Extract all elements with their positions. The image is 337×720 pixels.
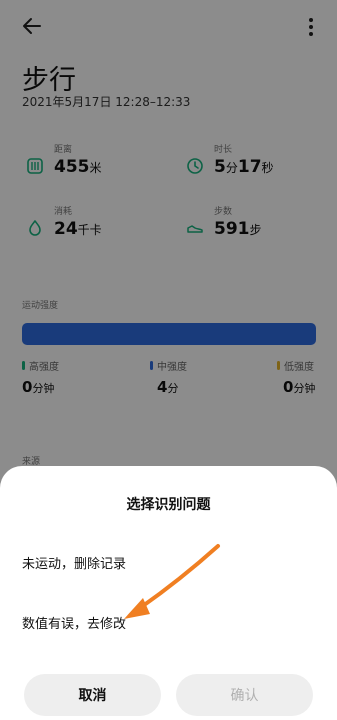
option-delete-record[interactable]: 未运动，删除记录	[22, 553, 126, 572]
cancel-button[interactable]: 取消	[24, 674, 161, 716]
option-edit-values[interactable]: 数值有误，去修改	[22, 613, 126, 632]
issue-selection-sheet: 选择识别问题 未运动，删除记录 数值有误，去修改 取消 确认	[0, 466, 337, 720]
confirm-button[interactable]: 确认	[176, 674, 313, 716]
sheet-title: 选择识别问题	[126, 497, 211, 513]
